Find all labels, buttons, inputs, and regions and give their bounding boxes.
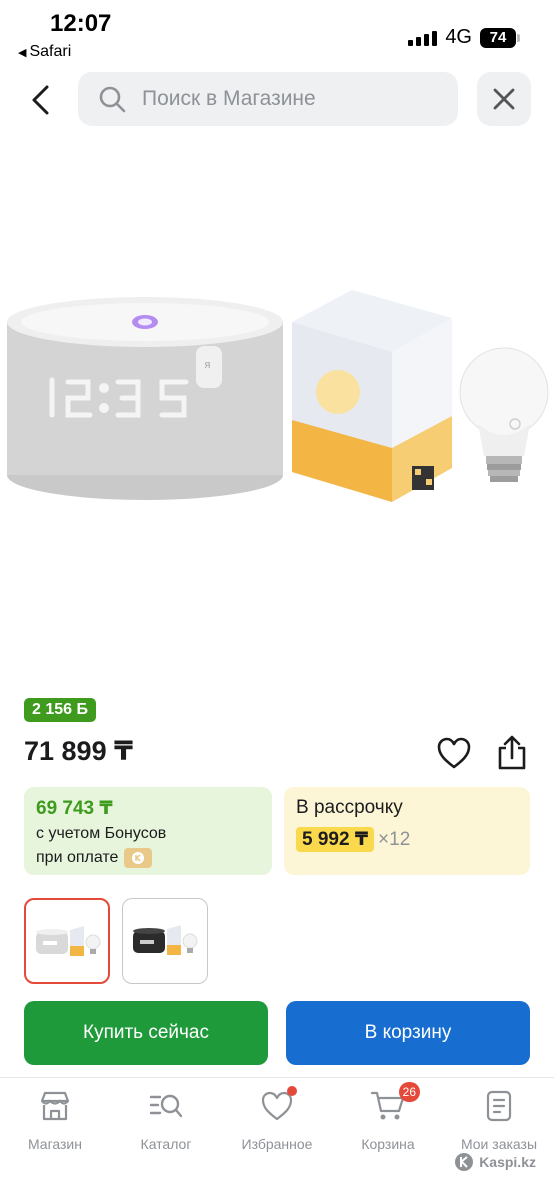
- bonus-badge: 2 156 Б: [24, 698, 96, 722]
- search-input[interactable]: Поиск в Магазине: [78, 72, 458, 126]
- close-search-button[interactable]: [477, 72, 531, 126]
- bonus-line-2-text: при оплате: [36, 849, 119, 866]
- product-price: 71 899 ₸: [24, 736, 133, 766]
- bonus-price-card[interactable]: 69 743 ₸ с учетом Бонусов при оплате: [24, 787, 272, 875]
- kaspi-watermark: Kaspi.kz: [454, 1152, 536, 1172]
- back-to-safari[interactable]: ◀ Safari: [18, 43, 71, 61]
- back-app-label: Safari: [29, 43, 72, 60]
- favorites-notification-dot: [287, 1086, 297, 1096]
- tab-orders-label: Мои заказы: [460, 1136, 538, 1152]
- installment-price: 5 992 ₸ ×12: [296, 827, 518, 852]
- light-bulb-image: [459, 347, 549, 482]
- status-bar: 12:07 ◀ Safari 4G 74: [0, 0, 554, 66]
- installment-amount: 5 992 ₸: [296, 827, 375, 852]
- installment-multiplier: ×12: [378, 828, 411, 850]
- tab-store-label: Магазин: [27, 1136, 82, 1152]
- tab-store[interactable]: Магазин: [0, 1088, 110, 1152]
- variant-thumbnail-black[interactable]: [122, 898, 208, 984]
- svg-text:я: я: [204, 358, 211, 371]
- share-button[interactable]: [494, 734, 530, 772]
- watermark-text: Kaspi.kz: [479, 1154, 536, 1170]
- search-header: Поиск в Магазине: [0, 72, 554, 128]
- battery-icon: 74: [480, 27, 520, 48]
- lamp-box-image: [292, 290, 452, 502]
- tab-orders[interactable]: Мои заказы: [444, 1088, 554, 1152]
- search-icon: [99, 86, 126, 113]
- tab-cart[interactable]: 26 Корзина: [333, 1082, 443, 1152]
- add-to-cart-button[interactable]: В корзину: [286, 1001, 530, 1065]
- back-triangle-icon: ◀: [18, 46, 27, 59]
- product-image[interactable]: я: [0, 270, 554, 540]
- network-type: 4G: [445, 26, 472, 48]
- tab-cart-label: Корзина: [361, 1136, 415, 1152]
- catalog-icon: [149, 1094, 183, 1118]
- tab-favorites-label: Избранное: [241, 1136, 313, 1152]
- bottom-tab-bar: Магазин Каталог Избранное 26 Корзина Мои…: [0, 1077, 554, 1200]
- buy-now-button[interactable]: Купить сейчас: [24, 1001, 268, 1065]
- orders-icon: [486, 1090, 512, 1122]
- status-time: 12:07: [50, 10, 112, 37]
- store-icon: [40, 1091, 70, 1121]
- chevron-left-icon: [32, 85, 49, 115]
- tab-catalog-label: Каталог: [140, 1136, 192, 1152]
- bonus-price-amount: 69 743 ₸: [36, 798, 113, 819]
- close-icon: [493, 88, 515, 110]
- share-icon: [498, 735, 526, 770]
- back-button[interactable]: [26, 82, 56, 118]
- bonus-line-1: с учетом Бонусов: [36, 825, 167, 842]
- kaspi-logo-icon: [455, 1153, 474, 1171]
- tab-catalog[interactable]: Каталог: [111, 1088, 221, 1152]
- search-placeholder: Поиск в Магазине: [142, 87, 316, 110]
- smart-speaker-image: я: [7, 297, 283, 500]
- heart-icon: [437, 737, 471, 769]
- favorite-button[interactable]: [436, 736, 472, 770]
- installment-card[interactable]: В рассрочку 5 992 ₸ ×12: [284, 787, 530, 875]
- cart-count-badge: 26: [398, 1082, 420, 1102]
- tab-favorites[interactable]: Избранное: [222, 1086, 332, 1152]
- status-indicators: 4G 74: [408, 26, 520, 49]
- installment-title: В рассрочку: [296, 797, 403, 818]
- variant-thumbnail-white[interactable]: [24, 898, 110, 984]
- bonus-line-2: при оплате: [36, 848, 260, 868]
- kaspi-logo-icon: [124, 848, 153, 868]
- signal-icon: [408, 30, 438, 46]
